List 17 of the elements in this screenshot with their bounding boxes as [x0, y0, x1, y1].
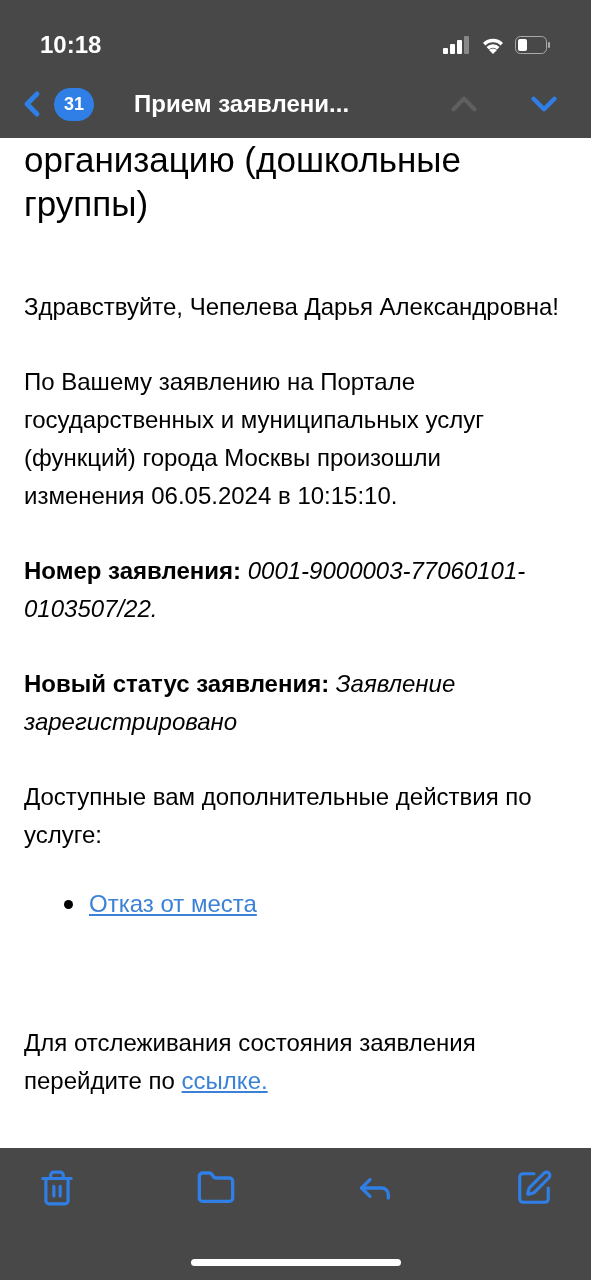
signal-icon [443, 36, 471, 54]
email-paragraph: Здравствуйте, Чепелева Дарья Александровна! [24, 292, 560, 322]
delete-button[interactable] [38, 1169, 76, 1207]
email-heading: организацию (дошкольные группы) [24, 139, 462, 225]
wifi-icon [481, 36, 505, 54]
email-paragraph: Новый статус заявления: Заявление зарегистрировано [24, 669, 457, 737]
email-paragraph: Номер заявления: 0001-9000003-77060101-0103507/22. [24, 556, 527, 624]
email-paragraph: Для отслеживания состояния заявления перейдите по ссылке. [24, 1028, 477, 1096]
battery-icon [515, 36, 551, 54]
action-link[interactable]: Отказ от места [89, 885, 257, 923]
status-time: 10:18 [40, 30, 102, 60]
email-paragraph: Доступные вам дополнительные действия по услуге: [24, 782, 533, 850]
message-title: Прием заявлени... [134, 89, 351, 119]
email-paragraph: По Вашему заявлению на Портале государственных и муниципальных услуг (функций) города Москвы произошли изменения 06.05.2024 в 10:15:10. [24, 367, 485, 511]
unread-badge: 31 [54, 87, 95, 121]
bullet-icon [64, 899, 73, 909]
tracking-link[interactable]: ссылке. [181, 1067, 268, 1094]
